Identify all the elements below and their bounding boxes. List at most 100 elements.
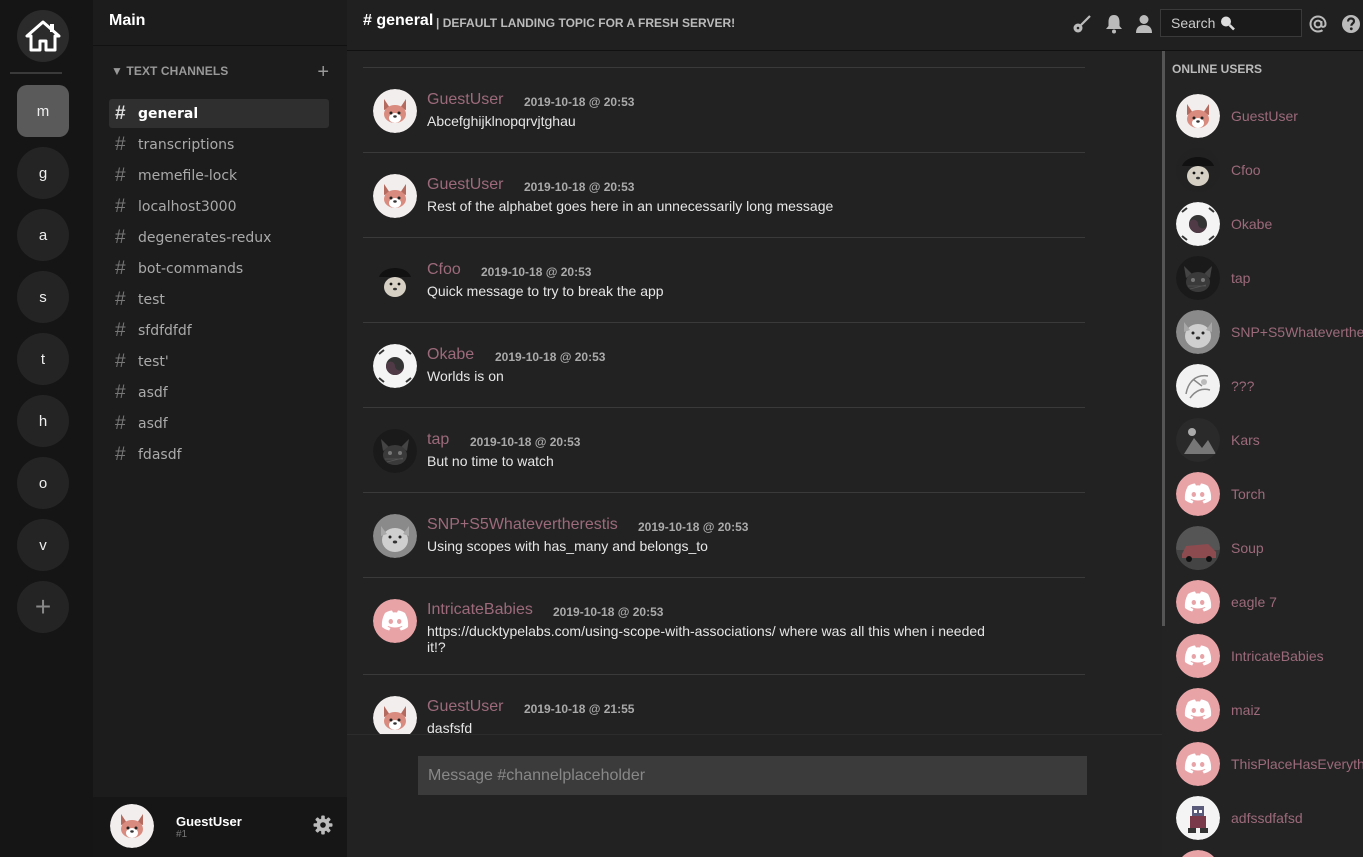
server-button[interactable]: t — [17, 333, 69, 385]
online-user-avatar — [1176, 796, 1220, 840]
message-author[interactable]: GuestUser — [427, 91, 503, 109]
online-user[interactable]: Okabe — [1176, 197, 1363, 251]
online-user-avatar — [1176, 472, 1220, 516]
online-user[interactable]: ThisPlaceHasEveryth — [1176, 737, 1363, 791]
message-item: GuestUser 2019-10-18 @ 20:53 Abcefghijklno… — [363, 67, 1085, 152]
online-user[interactable]: eagle 7 — [1176, 575, 1363, 629]
channel-item[interactable]: # transcriptions — [109, 130, 329, 159]
online-user[interactable]: GuestUser — [1176, 89, 1363, 143]
notifications-button[interactable] — [1103, 13, 1125, 35]
channel-item[interactable]: # fdasdf — [109, 440, 329, 469]
online-user[interactable]: ??? — [1176, 359, 1363, 413]
message-author[interactable]: tap — [427, 431, 449, 449]
message-avatar[interactable] — [373, 599, 417, 643]
online-user[interactable]: Soup — [1176, 521, 1363, 575]
members-button[interactable] — [1133, 13, 1155, 35]
online-user[interactable]: Cfoo — [1176, 143, 1363, 197]
online-user[interactable] — [1176, 845, 1363, 857]
server-button[interactable]: m — [17, 85, 69, 137]
message-timestamp: 2019-10-18 @ 21:55 — [524, 702, 635, 716]
message-text: Using scopes with has_many and belongs_t… — [427, 538, 708, 554]
user-tag: #1 — [176, 829, 188, 840]
channel-item[interactable]: # degenerates-redux — [109, 223, 329, 252]
message-author[interactable]: GuestUser — [427, 176, 503, 194]
message-avatar[interactable] — [373, 174, 417, 218]
online-user-name: ThisPlaceHasEveryth — [1231, 756, 1363, 772]
message-author[interactable]: Okabe — [427, 346, 474, 364]
message-avatar[interactable] — [373, 514, 417, 558]
message-input[interactable] — [418, 756, 1087, 795]
message-author[interactable]: GuestUser — [427, 698, 503, 716]
server-name: Main — [93, 0, 347, 46]
mentions-button[interactable] — [1307, 13, 1329, 35]
online-user[interactable]: maiz — [1176, 683, 1363, 737]
server-button[interactable]: h — [17, 395, 69, 447]
category-text-channels[interactable]: ▼ TEXT CHANNELS — [111, 64, 228, 78]
channel-name: test' — [138, 353, 169, 370]
online-user[interactable]: tap — [1176, 251, 1363, 305]
channel-item[interactable]: # general — [109, 99, 329, 128]
channel-item[interactable]: # localhost3000 — [109, 192, 329, 221]
online-user-name: Okabe — [1231, 216, 1273, 232]
message-author[interactable]: Cfoo — [427, 261, 461, 279]
online-user-name: Soup — [1231, 540, 1264, 556]
search-input[interactable]: Search — [1160, 9, 1302, 37]
message-text: Quick message to try to break the app — [427, 283, 664, 299]
home-icon — [25, 20, 61, 52]
channel-item[interactable]: # test — [109, 285, 329, 314]
message-avatar[interactable] — [373, 344, 417, 388]
message-avatar[interactable] — [373, 89, 417, 133]
message-author[interactable]: IntricateBabies — [427, 601, 533, 619]
server-button[interactable]: a — [17, 209, 69, 261]
channel-item[interactable]: # asdf — [109, 378, 329, 407]
online-user[interactable]: Torch — [1176, 467, 1363, 521]
settings-button[interactable] — [313, 815, 333, 840]
message-timestamp: 2019-10-18 @ 20:53 — [481, 265, 592, 279]
message-item: IntricateBabies 2019-10-18 @ 20:53 https:/… — [363, 577, 1085, 674]
add-channel-button[interactable]: + — [317, 62, 329, 82]
online-user-name: GuestUser — [1231, 108, 1298, 124]
scrollbar[interactable] — [1162, 51, 1165, 626]
server-button[interactable]: o — [17, 457, 69, 509]
user-avatar[interactable] — [110, 804, 154, 848]
message-avatar[interactable] — [373, 696, 417, 734]
rail-divider — [10, 72, 62, 74]
message-author[interactable]: SNP+S5Whatevertherestis — [427, 516, 618, 534]
channel-name: localhost3000 — [138, 198, 237, 215]
online-user-avatar — [1176, 94, 1220, 138]
server-button[interactable]: s — [17, 271, 69, 323]
channel-name: memefile-lock — [138, 167, 238, 184]
online-user-name: maiz — [1231, 702, 1261, 718]
message-avatar[interactable] — [373, 259, 417, 303]
online-user-avatar — [1176, 634, 1220, 678]
online-user[interactable]: adfssdfafsd — [1176, 791, 1363, 845]
hash-icon: # — [115, 133, 126, 155]
hash-icon: # — [115, 381, 126, 403]
online-user-list: GuestUser Cfoo Okabe tap SNP+S5Whateverthe??… — [1176, 89, 1363, 857]
help-button[interactable] — [1340, 13, 1362, 35]
message-avatar[interactable] — [373, 429, 417, 473]
server-button[interactable]: v — [17, 519, 69, 571]
hash-icon: # — [115, 164, 126, 186]
channel-item[interactable]: # sfdfdfdf — [109, 316, 329, 345]
channel-topic: | DEFAULT LANDING TOPIC FOR A FRESH SERV… — [436, 16, 736, 30]
channel-item[interactable]: # test' — [109, 347, 329, 376]
hash-icon: # — [115, 288, 126, 310]
add-server-button[interactable]: + — [17, 581, 69, 633]
online-user[interactable]: IntricateBabies — [1176, 629, 1363, 683]
channel-item[interactable]: # asdf — [109, 409, 329, 438]
channel-name: test — [138, 291, 165, 308]
online-user[interactable]: Kars — [1176, 413, 1363, 467]
guitar-button[interactable] — [1071, 13, 1093, 35]
message-timestamp: 2019-10-18 @ 20:53 — [470, 435, 581, 449]
user-name: GuestUser — [176, 814, 242, 829]
channel-item[interactable]: # memefile-lock — [109, 161, 329, 190]
online-user-avatar — [1176, 256, 1220, 300]
message-list: GuestUser 2019-10-18 @ 20:53 Abcefghijklno… — [363, 51, 1085, 734]
online-user-name: adfssdfafsd — [1231, 810, 1303, 826]
user-panel: GuestUser #1 — [93, 797, 347, 857]
online-user[interactable]: SNP+S5Whateverthe — [1176, 305, 1363, 359]
channel-item[interactable]: # bot-commands — [109, 254, 329, 283]
server-button[interactable]: g — [17, 147, 69, 199]
home-button[interactable] — [17, 10, 69, 62]
